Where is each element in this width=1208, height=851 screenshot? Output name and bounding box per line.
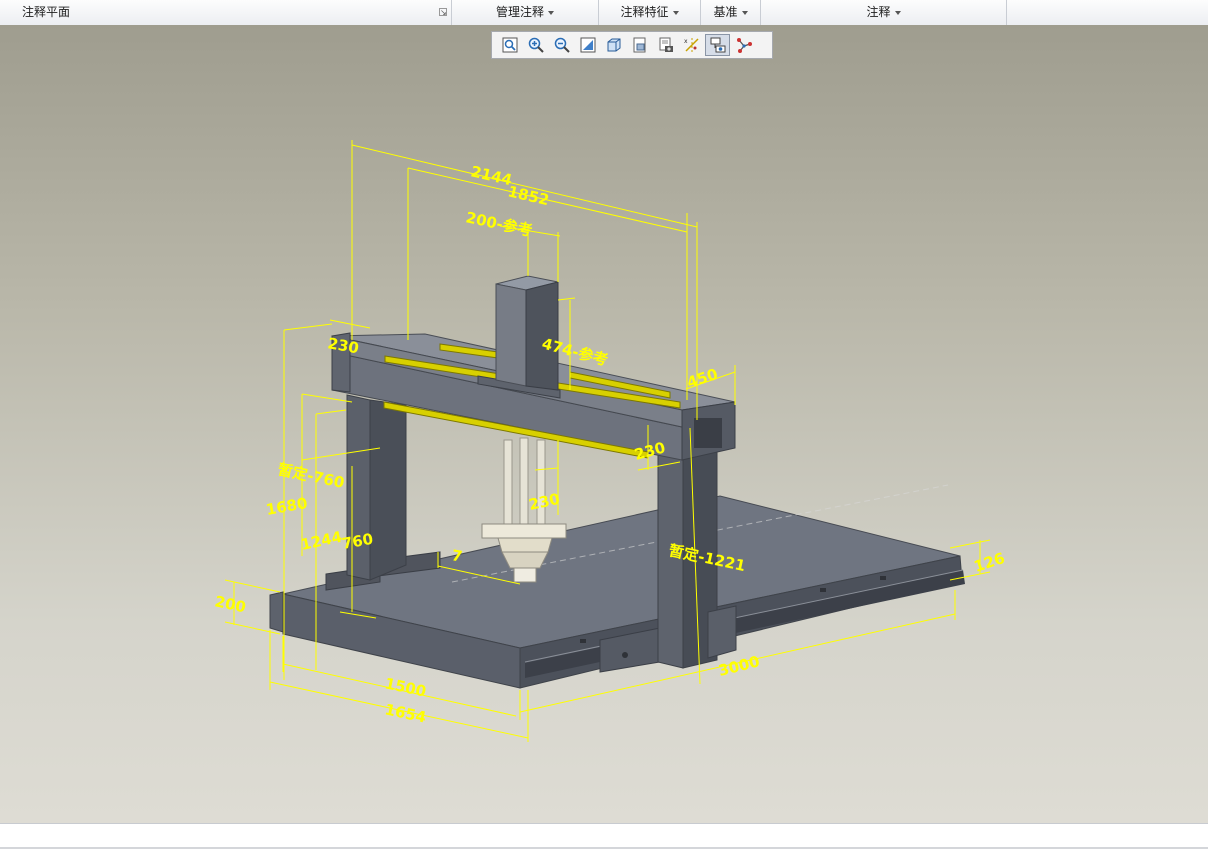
dim-200-ref[interactable]: 200-参考 [464, 208, 534, 240]
datum-display-icon: x [684, 38, 699, 52]
dim-2144[interactable]: 2144 [469, 162, 514, 189]
group-label: 注释平面 [22, 5, 71, 19]
display-style-icon [607, 38, 620, 52]
saved-orientations-icon [633, 37, 645, 53]
dropdown-arrow-icon [548, 10, 554, 15]
dim-450[interactable]: 450 [685, 365, 720, 392]
refit-button[interactable] [497, 34, 522, 56]
status-bar [0, 823, 1208, 851]
group-annotation-features[interactable]: 注释特征 [599, 0, 701, 25]
ribbon-group-bar: 注释平面 ↘ 管理注释 注释特征 基准 注释 [0, 0, 1208, 26]
dim-760-tentative[interactable]: 暂定-760 [276, 460, 346, 492]
graphics-toolbar: x [491, 31, 773, 59]
group-datum[interactable]: 基准 [701, 0, 761, 25]
refit-icon [502, 37, 517, 53]
display-style-button[interactable] [601, 34, 626, 56]
group-label: 注释 [866, 5, 891, 19]
dropdown-arrow-icon [741, 10, 748, 15]
dim-230-mid[interactable]: 230 [527, 490, 561, 514]
view-manager-icon [659, 37, 673, 52]
svg-text:x: x [684, 38, 688, 45]
zoom-in-icon [528, 37, 544, 53]
left-column[interactable] [346, 394, 407, 581]
annotation-display-button[interactable] [705, 34, 730, 56]
repaint-icon [580, 37, 595, 53]
status-bar-divider [0, 847, 1208, 849]
group-annotation-planes[interactable]: 注释平面 ↘ [0, 0, 452, 25]
view-manager-button[interactable] [653, 34, 678, 56]
saved-orientations-button[interactable] [627, 34, 652, 56]
dropdown-arrow-icon [894, 10, 901, 15]
dim-126[interactable]: 126 [972, 549, 1007, 576]
group-label: 注释特征 [620, 5, 669, 19]
group-label: 管理注释 [495, 5, 544, 19]
group-label: 基准 [713, 5, 738, 19]
zoom-out-icon [554, 37, 570, 53]
dim-1500[interactable]: 1500 [383, 674, 428, 700]
dim-3000[interactable]: 3000 [717, 652, 762, 680]
spin-center-button[interactable] [731, 34, 756, 56]
gantry-model[interactable]: 2144 1852 200-参考 474-参考 230 450 230 230 … [0, 25, 1208, 823]
dropdown-arrow-icon [672, 10, 679, 15]
dim-1654[interactable]: 1654 [383, 700, 428, 726]
group-manage-annotations[interactable]: 管理注释 [452, 0, 599, 25]
dim-200[interactable]: 200 [213, 592, 247, 616]
zoom-in-button[interactable] [523, 34, 548, 56]
graphics-viewport[interactable]: x 2144 1852 200-参考 474-参考 230 450 230 23… [0, 25, 1208, 823]
dim-1244[interactable]: 1244 [299, 528, 344, 554]
spin-center-icon [736, 38, 752, 53]
annotation-display-icon [710, 37, 725, 53]
dialog-launcher-icon[interactable]: ↘ [439, 8, 447, 17]
group-annotations[interactable]: 注释 [761, 0, 1007, 25]
zoom-out-button[interactable] [549, 34, 574, 56]
datum-display-button[interactable]: x [679, 34, 704, 56]
dim-1852[interactable]: 1852 [506, 182, 551, 209]
repaint-button[interactable] [575, 34, 600, 56]
